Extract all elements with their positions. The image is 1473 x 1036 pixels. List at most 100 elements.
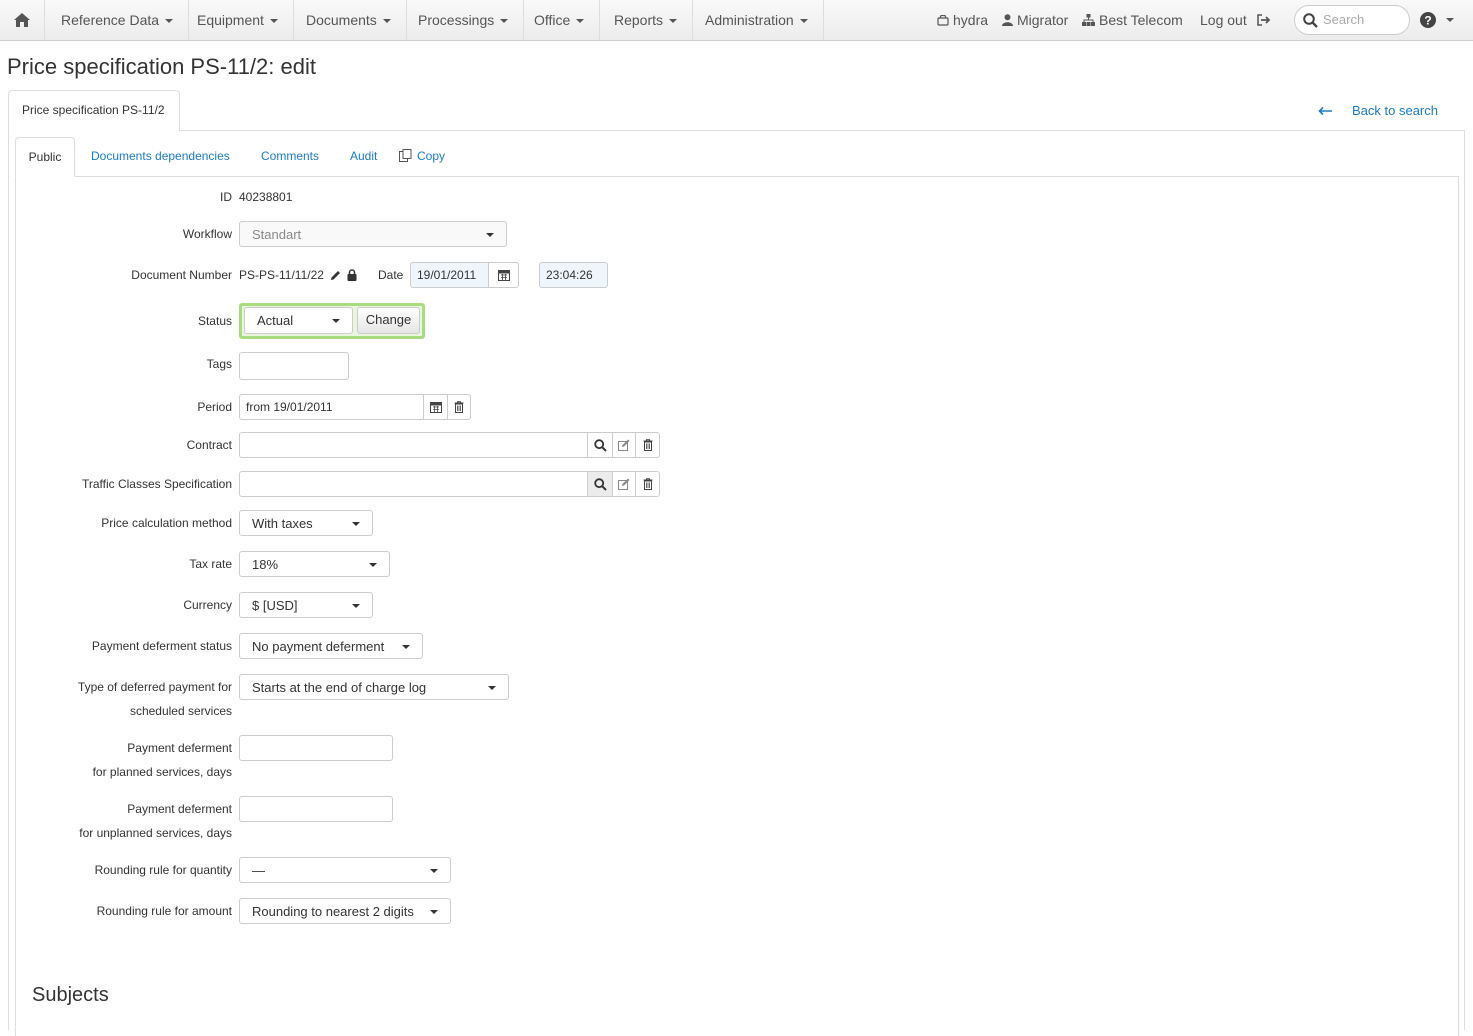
calendar-icon xyxy=(429,402,442,413)
search-input[interactable] xyxy=(1323,12,1403,27)
calendar-icon xyxy=(497,270,510,281)
rounding-quantity-label: Rounding rule for quantity xyxy=(94,863,232,877)
deferred-type-label: Type of deferred payment for scheduled s… xyxy=(77,680,232,718)
rounding-amount-select[interactable]: Rounding to nearest 2 digits xyxy=(239,898,451,924)
workflow-select[interactable]: Standart xyxy=(239,221,507,247)
status-label: Status xyxy=(197,314,232,328)
tab-price-specification[interactable]: Price specification PS-11/2 xyxy=(8,90,180,131)
contract-input[interactable] xyxy=(239,432,588,458)
traffic-classes-label: Traffic Classes Specification xyxy=(81,477,232,491)
db-link[interactable]: hydra xyxy=(937,0,988,40)
search-icon xyxy=(1303,13,1318,28)
deferment-status-select[interactable]: No payment deferment xyxy=(239,633,423,659)
time-input[interactable]: 23:04:26 xyxy=(539,262,608,288)
traffic-classes-search-button[interactable] xyxy=(587,471,613,497)
tab-public[interactable]: Public xyxy=(15,137,75,177)
date-label: Date xyxy=(378,268,404,282)
chevron-down-icon xyxy=(488,686,496,690)
database-icon xyxy=(937,14,949,26)
lock-icon[interactable] xyxy=(347,269,357,281)
deferment-status-label: Payment deferment status xyxy=(91,639,232,653)
chevron-down-icon xyxy=(352,604,360,608)
back-to-search-link[interactable]: Back to search xyxy=(1318,103,1438,118)
menu-administration[interactable]: Administration xyxy=(690,0,824,40)
chevron-down-icon xyxy=(430,869,438,873)
currency-select[interactable]: $ [USD] xyxy=(239,592,373,618)
trash-icon xyxy=(454,401,464,413)
chevron-down-icon xyxy=(576,19,585,24)
chevron-down-icon xyxy=(369,563,377,567)
logout-link[interactable]: Log out xyxy=(1200,0,1271,40)
tab-audit[interactable]: Audit xyxy=(350,137,377,177)
arrow-left-icon xyxy=(1318,106,1332,115)
page-title: Price specification PS-11/2: edit xyxy=(7,54,316,79)
home-button[interactable] xyxy=(0,0,45,40)
subjects-heading: Subjects xyxy=(32,984,109,1006)
unplanned-deferment-input[interactable] xyxy=(239,796,393,822)
home-icon xyxy=(14,13,30,27)
search-box[interactable] xyxy=(1294,5,1410,35)
tab-copy[interactable]: Copy xyxy=(399,137,445,177)
price-method-label: Price calculation method xyxy=(101,516,232,530)
help-icon: ? xyxy=(1420,12,1436,28)
status-change-button[interactable]: Change xyxy=(357,307,420,334)
tax-rate-label: Tax rate xyxy=(189,557,232,571)
top-navbar: Reference Data Equipment Documents Proce… xyxy=(0,0,1473,41)
menu-documents[interactable]: Documents xyxy=(291,0,407,40)
unplanned-deferment-label: Payment deferment for unplanned services… xyxy=(79,802,232,840)
menu-reference-data[interactable]: Reference Data xyxy=(46,0,190,40)
rounding-quantity-select[interactable]: — xyxy=(239,857,451,883)
help-menu[interactable]: ? xyxy=(1420,0,1454,40)
tags-label: Tags xyxy=(206,357,232,371)
planned-deferment-label: Payment deferment for planned services, … xyxy=(92,741,232,779)
traffic-classes-clear-button[interactable] xyxy=(635,471,660,497)
pencil-icon[interactable] xyxy=(330,270,341,281)
edit-icon xyxy=(618,478,630,490)
sitemap-icon xyxy=(1082,14,1095,26)
trash-icon xyxy=(643,439,652,451)
menu-equipment[interactable]: Equipment xyxy=(182,0,294,40)
contract-search-button[interactable] xyxy=(587,432,613,458)
chevron-down-icon xyxy=(352,522,360,526)
menu-reports[interactable]: Reports xyxy=(599,0,694,40)
tax-rate-select[interactable]: 18% xyxy=(239,551,390,577)
period-input[interactable]: from 19/01/2011 xyxy=(239,394,424,420)
chevron-down-icon xyxy=(500,19,509,24)
workflow-label: Workflow xyxy=(182,227,232,241)
status-select[interactable]: Actual xyxy=(244,307,353,334)
tab-comments[interactable]: Comments xyxy=(261,137,319,177)
tab-documents-dependencies[interactable]: Documents dependencies xyxy=(91,137,230,177)
contract-clear-button[interactable] xyxy=(635,432,660,458)
user-icon xyxy=(1002,14,1013,26)
chevron-down-icon xyxy=(269,19,278,24)
chevron-down-icon xyxy=(669,19,678,24)
price-method-select[interactable]: With taxes xyxy=(239,510,373,536)
chevron-down-icon xyxy=(1446,18,1454,22)
search-icon xyxy=(593,477,607,491)
period-label: Period xyxy=(197,400,232,414)
user-link[interactable]: Migrator xyxy=(1002,0,1068,40)
traffic-classes-edit-button[interactable] xyxy=(612,471,636,497)
tags-input[interactable] xyxy=(239,352,349,380)
logout-icon xyxy=(1256,14,1270,26)
company-link[interactable]: Best Telecom xyxy=(1082,0,1183,40)
chevron-down-icon xyxy=(486,233,494,237)
date-calendar-button[interactable] xyxy=(488,262,519,288)
chevron-down-icon xyxy=(430,910,438,914)
chevron-down-icon xyxy=(165,19,174,24)
chevron-down-icon xyxy=(799,19,808,24)
contract-edit-button[interactable] xyxy=(612,432,636,458)
date-input[interactable]: 19/01/2011 xyxy=(410,262,490,288)
traffic-classes-input[interactable] xyxy=(239,471,588,497)
planned-deferment-input[interactable] xyxy=(239,735,393,761)
document-number-label: Document Number xyxy=(131,268,232,282)
rounding-amount-label: Rounding rule for amount xyxy=(96,904,232,918)
menu-office[interactable]: Office xyxy=(519,0,601,40)
deferred-type-select[interactable]: Starts at the end of charge log xyxy=(239,674,509,700)
period-calendar-button[interactable] xyxy=(423,394,448,420)
id-label: ID xyxy=(220,190,232,204)
search-icon xyxy=(593,438,607,452)
menu-processings[interactable]: Processings xyxy=(403,0,525,40)
chevron-down-icon xyxy=(382,19,391,24)
period-clear-button[interactable] xyxy=(447,394,471,420)
